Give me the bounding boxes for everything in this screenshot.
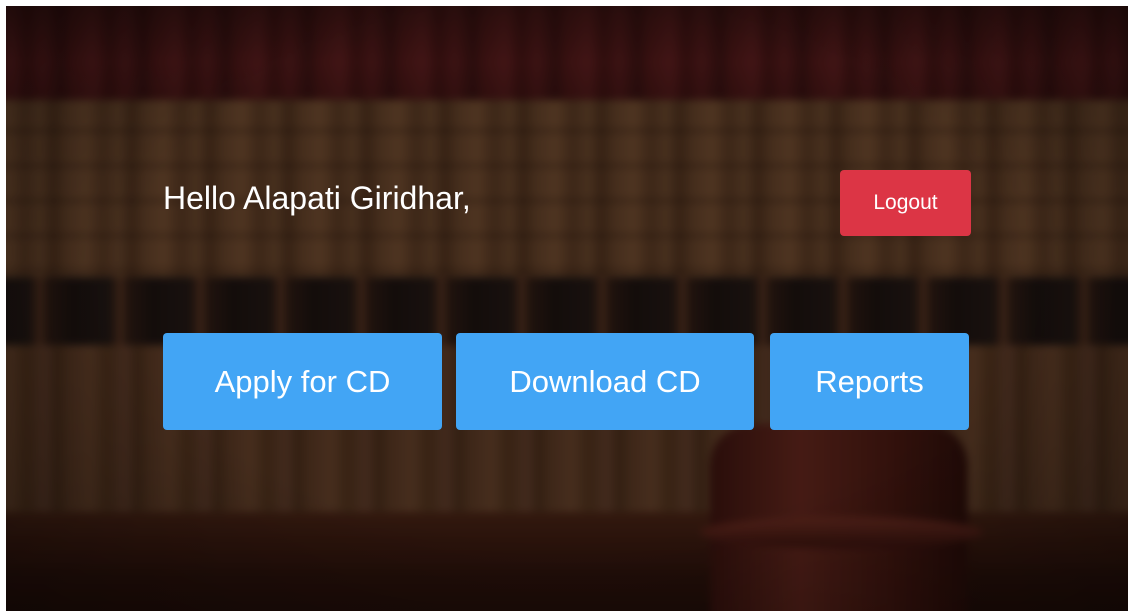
reports-button[interactable]: Reports — [770, 333, 969, 430]
apply-for-cd-button[interactable]: Apply for CD — [163, 333, 442, 430]
page-container: Hello Alapati Giridhar, Logout Apply for… — [6, 6, 1128, 611]
logout-button[interactable]: Logout — [840, 170, 971, 236]
user-greeting: Hello Alapati Giridhar, — [163, 180, 471, 216]
background-vignette — [6, 6, 1128, 611]
download-cd-button[interactable]: Download CD — [456, 333, 754, 430]
